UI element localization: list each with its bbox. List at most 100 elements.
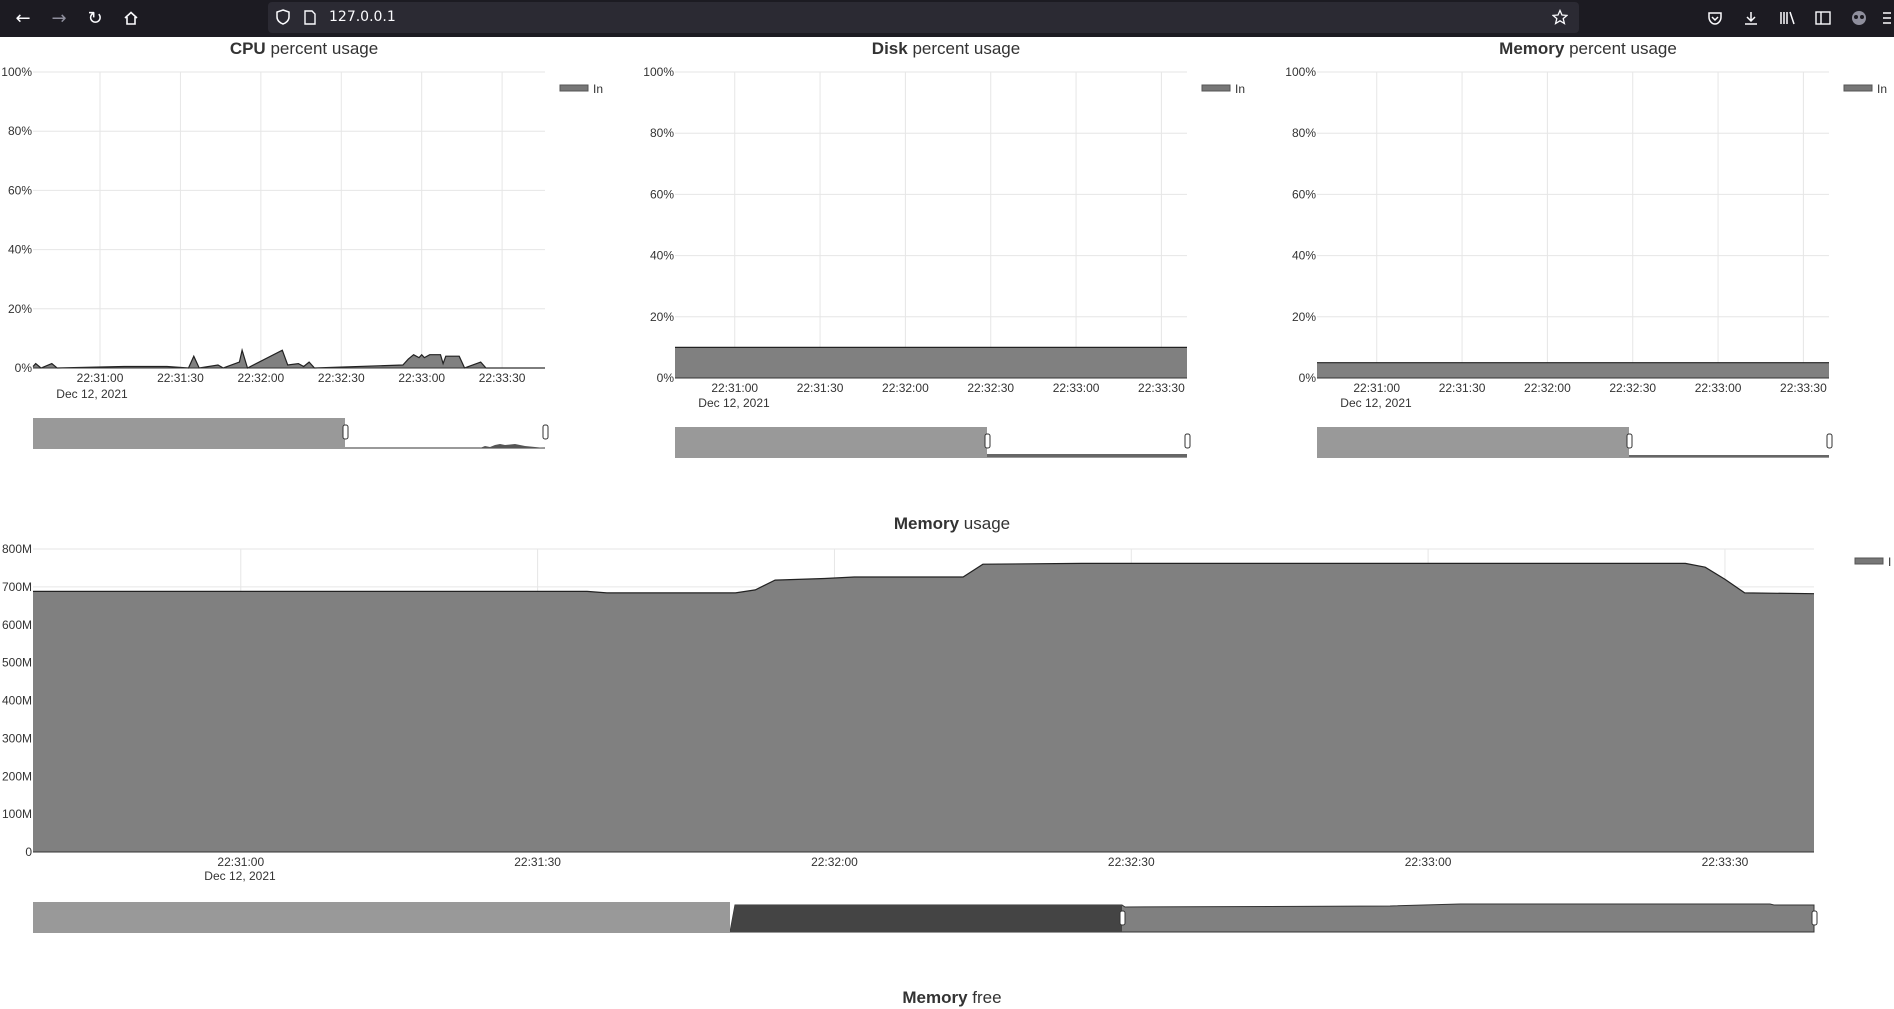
- memory-usage-y-tick-label: 500M: [2, 656, 32, 670]
- shield-icon[interactable]: [274, 8, 292, 26]
- cpu-x-tick-label: 22:32:00: [237, 371, 284, 385]
- memory-percent-y-tick-label: 60%: [1292, 187, 1316, 201]
- url-text[interactable]: 127.0.0.1: [329, 9, 396, 25]
- browser-toolbar: ← → ↻ 127.0.0.1: [0, 0, 1894, 37]
- memory-percent-date-label: Dec 12, 2021: [1340, 396, 1412, 410]
- disk-y-tick-label: 0%: [657, 371, 675, 385]
- disk-x-tick-label: 22:31:30: [797, 381, 844, 395]
- cpu-y-tick-label: 40%: [8, 243, 32, 257]
- memory-usage-chart-title: Memory usage: [894, 514, 1010, 533]
- cpu-legend[interactable]: In: [559, 82, 603, 96]
- disk-plot: 100% 80% 60% 40% 20% 0% 22:31:00 22:31:30 22:32:…: [643, 65, 1187, 395]
- memory-usage-legend[interactable]: I: [1854, 555, 1891, 569]
- disk-navigator[interactable]: [675, 427, 1191, 458]
- bookmark-star-icon[interactable]: [1551, 8, 1569, 26]
- memory-usage-y-tick-label: 300M: [2, 731, 32, 745]
- menu-icon[interactable]: [1880, 7, 1894, 29]
- memory-percent-legend-swatch: [1843, 84, 1873, 92]
- memory-free-chart-title: Memory free: [902, 988, 1001, 1007]
- disk-series-area: [675, 347, 1187, 378]
- disk-navigator-right-handle[interactable]: [1184, 433, 1191, 449]
- home-icon[interactable]: [118, 5, 144, 31]
- cpu-plot: 100% 80% 60% 40% 20% 0% 22:31:00 22:31:30 22:32:…: [1, 65, 545, 385]
- cpu-navigator-left-handle[interactable]: [342, 424, 349, 440]
- pocket-icon[interactable]: [1704, 7, 1726, 29]
- download-icon[interactable]: [1740, 7, 1762, 29]
- memory-percent-y-tick-label: 80%: [1292, 126, 1316, 140]
- disk-legend-swatch: [1201, 84, 1231, 92]
- forward-icon[interactable]: →: [46, 5, 72, 31]
- memory-percent-legend[interactable]: In: [1843, 82, 1887, 96]
- memory-percent-y-tick-label: 20%: [1292, 310, 1316, 324]
- cpu-y-tick-label: 80%: [8, 124, 32, 138]
- disk-legend-label: In: [1235, 82, 1245, 96]
- memory-percent-navigator-mask: [1317, 427, 1629, 457]
- cpu-x-tick-label: 22:31:00: [77, 371, 124, 385]
- memory-percent-x-tick-label: 22:33:30: [1780, 381, 1827, 395]
- url-bar[interactable]: 127.0.0.1: [268, 2, 1579, 33]
- memory-percent-navigator[interactable]: [1317, 427, 1833, 458]
- cpu-y-tick-label: 20%: [8, 302, 32, 316]
- memory-usage-y-tick-label: 600M: [2, 618, 32, 632]
- memory-usage-navigator-window[interactable]: [730, 905, 1122, 932]
- disk-y-tick-label: 60%: [650, 187, 674, 201]
- memory-usage-navigator-right-handle[interactable]: [1811, 910, 1818, 926]
- disk-x-tick-label: 22:33:00: [1053, 381, 1100, 395]
- memory-usage-plot: 800M 700M 600M 500M 400M 300M 200M 100M 0 22:31:0…: [2, 542, 1815, 869]
- memory-usage-x-tick-label: 22:32:30: [1108, 855, 1155, 869]
- memory-usage-legend-swatch: [1854, 557, 1884, 565]
- memory-usage-y-tick-label: 800M: [2, 542, 32, 556]
- memory-percent-navigator-right-handle[interactable]: [1826, 433, 1833, 449]
- memory-percent-y-tick-label: 40%: [1292, 249, 1316, 263]
- cpu-series-line: [32, 347, 545, 369]
- cpu-y-tick-label: 100%: [1, 65, 32, 79]
- cpu-navigator-mask: [33, 418, 345, 448]
- disk-x-tick-label: 22:33:30: [1138, 381, 1185, 395]
- disk-y-tick-label: 80%: [650, 126, 674, 140]
- memory-usage-y-tick-label: 100M: [2, 807, 32, 821]
- memory-usage-y-tick-label: 700M: [2, 580, 32, 594]
- cpu-legend-swatch: [559, 84, 589, 92]
- memory-percent-plot: 100% 80% 60% 40% 20% 0% 22:31:00 22:31:30 22:32:…: [1285, 65, 1829, 395]
- memory-percent-legend-label: In: [1877, 82, 1887, 96]
- memory-usage-legend-label: I: [1888, 555, 1891, 569]
- disk-legend[interactable]: In: [1201, 82, 1245, 96]
- memory-usage-navigator[interactable]: [33, 902, 1818, 933]
- memory-usage-navigator-mask-left: [33, 902, 730, 932]
- sidebar-icon[interactable]: [1812, 7, 1834, 29]
- memory-usage-navigator-left-handle[interactable]: [1119, 910, 1126, 926]
- disk-chart-title: Disk percent usage: [872, 39, 1020, 58]
- memory-percent-y-tick-label: 0%: [1299, 371, 1317, 385]
- memory-percent-x-tick-label: 22:31:30: [1439, 381, 1486, 395]
- cpu-y-tick-label: 0%: [15, 361, 33, 375]
- memory-usage-x-tick-label: 22:33:00: [1405, 855, 1452, 869]
- charts-canvas: CPU percent usage Disk percent usage Mem…: [1, 39, 1891, 1007]
- memory-percent-x-tick-label: 22:32:30: [1609, 381, 1656, 395]
- disk-x-tick-label: 22:31:00: [711, 381, 758, 395]
- memory-percent-x-tick-label: 22:33:00: [1695, 381, 1742, 395]
- back-icon[interactable]: ←: [10, 5, 36, 31]
- disk-y-tick-label: 40%: [650, 249, 674, 263]
- disk-y-tick-label: 20%: [650, 310, 674, 324]
- disk-y-tick-label: 100%: [643, 65, 674, 79]
- disk-navigator-left-handle[interactable]: [984, 433, 991, 449]
- cpu-chart-title: CPU percent usage: [230, 39, 378, 58]
- cpu-x-tick-label: 22:32:30: [318, 371, 365, 385]
- reload-icon[interactable]: ↻: [82, 5, 108, 31]
- page-icon: [301, 8, 319, 26]
- memory-percent-y-tick-label: 100%: [1285, 65, 1316, 79]
- memory-usage-x-tick-label: 22:31:00: [217, 855, 264, 869]
- disk-date-label: Dec 12, 2021: [698, 396, 770, 410]
- memory-usage-y-tick-label: 0: [25, 845, 32, 859]
- cpu-navigator-right-handle[interactable]: [542, 424, 549, 440]
- account-avatar-icon[interactable]: [1848, 7, 1870, 29]
- cpu-date-label: Dec 12, 2021: [56, 387, 128, 401]
- memory-percent-navigator-left-handle[interactable]: [1626, 433, 1633, 449]
- library-icon[interactable]: [1777, 7, 1799, 29]
- memory-usage-x-tick-label: 22:33:30: [1702, 855, 1749, 869]
- disk-x-tick-label: 22:32:00: [882, 381, 929, 395]
- cpu-navigator[interactable]: [33, 418, 549, 449]
- memory-usage-x-tick-label: 22:31:30: [514, 855, 561, 869]
- memory-percent-x-tick-label: 22:31:00: [1353, 381, 1400, 395]
- memory-usage-series-area: [33, 563, 1814, 852]
